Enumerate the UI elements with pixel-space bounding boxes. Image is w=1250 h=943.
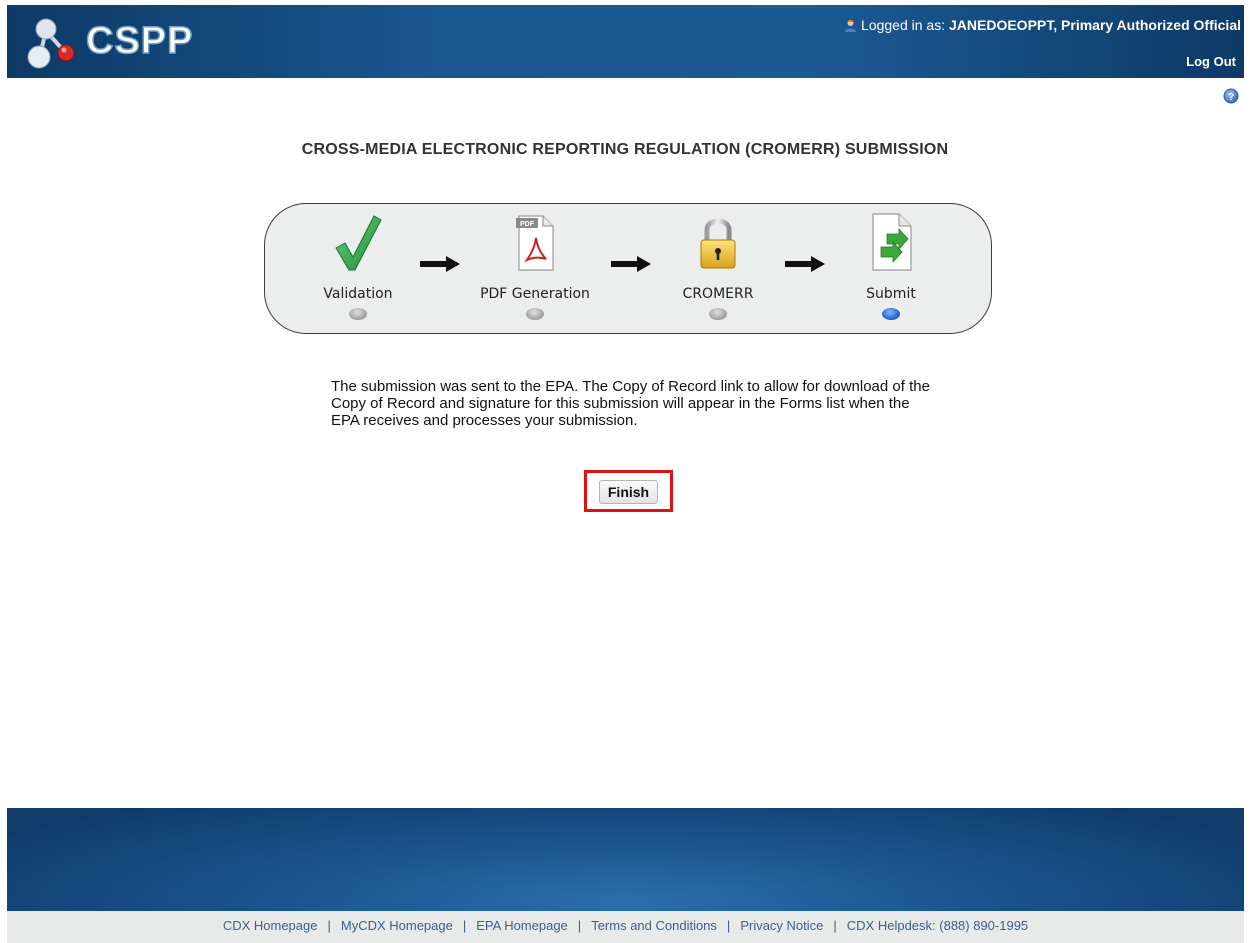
step-label: PDF Generation	[480, 286, 590, 302]
finish-button[interactable]: Finish	[599, 480, 658, 504]
footer-separator: |	[462, 918, 467, 933]
step-validation: Validation	[283, 212, 433, 320]
pdf-icon: PDF	[460, 212, 610, 276]
step-pdf-generation: PDF PDF Generation	[460, 212, 610, 320]
user-name: JANEDOEOPPT	[949, 17, 1054, 33]
checkmark-icon	[283, 212, 433, 276]
step-label: Validation	[323, 286, 393, 302]
step-indicator-inactive	[526, 308, 544, 320]
help-icon[interactable]: ?	[1223, 88, 1239, 109]
submission-confirmation-message: The submission was sent to the EPA. The …	[331, 378, 930, 429]
step-label: Submit	[866, 286, 916, 302]
footer-link-cdx-homepage[interactable]: CDX Homepage	[223, 918, 318, 933]
cspp-logo[interactable]: CSPP	[24, 13, 214, 73]
step-label: CROMERR	[682, 286, 754, 302]
footer-link-epa-homepage[interactable]: EPA Homepage	[476, 918, 568, 933]
step-submit: Submit	[816, 212, 966, 320]
user-role: , Primary Authorized Official	[1053, 17, 1241, 33]
footer-link-helpdesk[interactable]: CDX Helpdesk: (888) 890-1995	[847, 918, 1028, 933]
step-indicator-active	[882, 308, 900, 320]
footer-band	[7, 808, 1244, 911]
footer-link-terms[interactable]: Terms and Conditions	[591, 918, 717, 933]
molecule-icon	[27, 18, 75, 69]
footer-separator: |	[833, 918, 837, 933]
footer-link-mycdx-homepage[interactable]: MyCDX Homepage	[341, 918, 453, 933]
page-title: CROSS-MEDIA ELECTRONIC REPORTING REGULAT…	[301, 141, 949, 158]
logged-in-prefix: Logged in as:	[861, 17, 949, 33]
footer-separator: |	[577, 918, 582, 933]
logged-in-status: Logged in as: JANEDOEOPPT, Primary Autho…	[844, 17, 1241, 35]
lock-icon	[643, 212, 793, 276]
submission-progress-wizard: Validation PDF PDF Generation CROMERR Su…	[264, 203, 992, 334]
step-indicator-inactive	[709, 308, 727, 320]
header-bar: CSPP Logged in as: JANEDOEOPPT, Primary …	[7, 5, 1244, 78]
finish-button-highlight: Finish	[584, 470, 673, 512]
logout-link[interactable]: Log Out	[1186, 54, 1236, 69]
step-cromerr: CROMERR	[643, 212, 793, 320]
submit-document-icon	[816, 212, 966, 276]
svg-text:PDF: PDF	[520, 221, 535, 228]
app-name: CSPP	[85, 19, 194, 63]
arrow-right-icon	[420, 256, 460, 272]
user-icon	[844, 19, 857, 35]
footer-separator: |	[327, 918, 331, 933]
footer-link-privacy[interactable]: Privacy Notice	[740, 918, 823, 933]
footer-links: CDX Homepage | MyCDX Homepage | EPA Homepage…	[7, 911, 1244, 943]
footer-separator: |	[726, 918, 731, 933]
svg-text:?: ?	[1228, 92, 1234, 103]
step-indicator-inactive	[349, 308, 367, 320]
